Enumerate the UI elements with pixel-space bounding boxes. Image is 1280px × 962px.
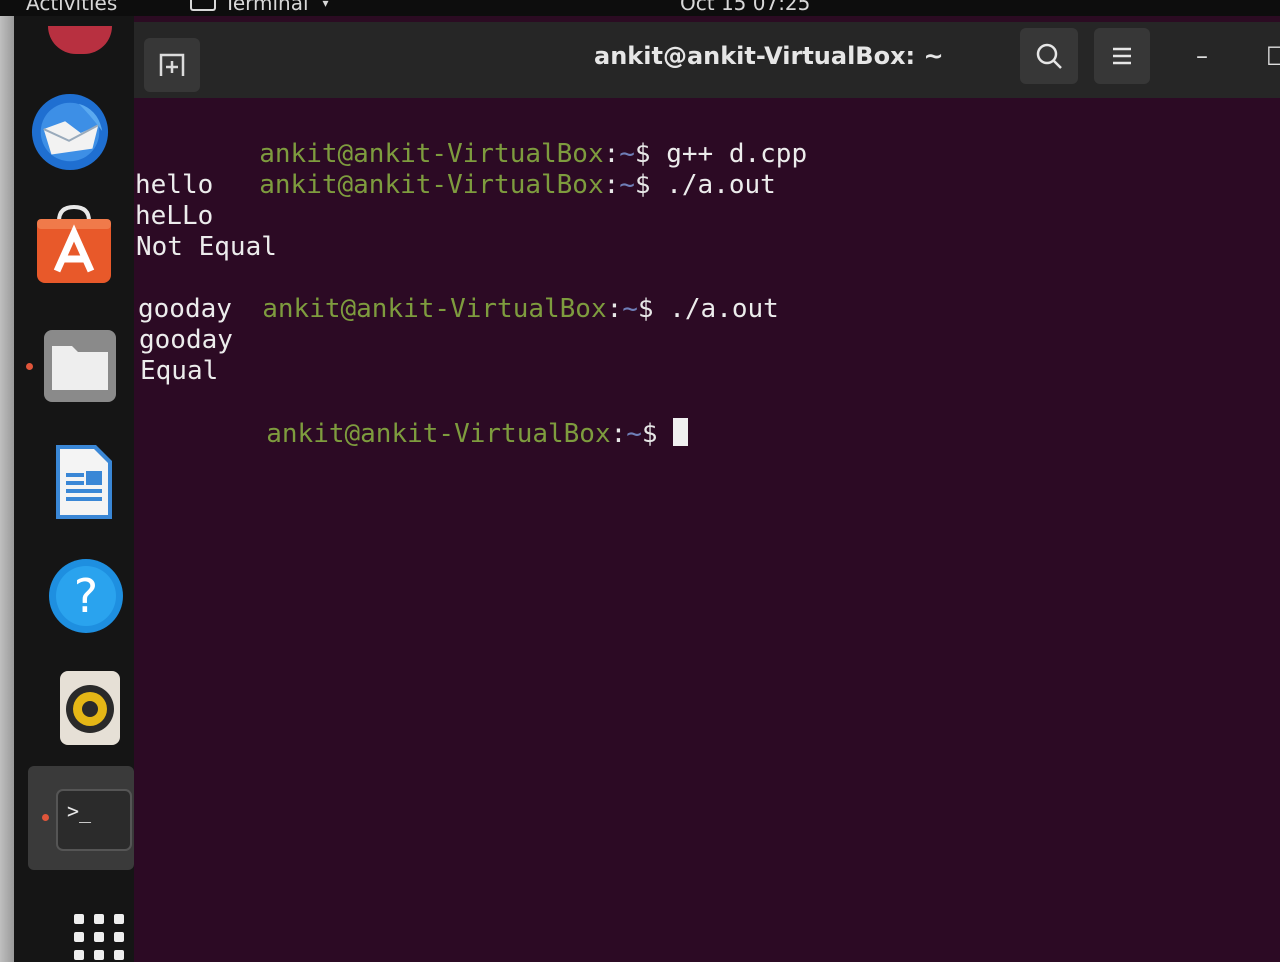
- terminal-line-output: Not Equal: [136, 232, 277, 262]
- help-glyph: ?: [74, 569, 98, 623]
- terminal-output[interactable]: ankit@ankit-VirtualBox:~$ g++ d.cpp anki…: [134, 108, 1280, 958]
- minimize-button[interactable]: –: [1196, 42, 1208, 70]
- app-menu[interactable]: Terminal ▾: [190, 0, 329, 15]
- terminal-line-command: ankit@ankit-VirtualBox:~$ ./a.out: [137, 263, 1280, 324]
- thunderbird-icon: [31, 93, 109, 171]
- prompt-user: ankit@ankit-VirtualBox: [266, 419, 611, 449]
- dock-item-files[interactable]: [40, 326, 120, 406]
- dock-item-help[interactable]: ?: [46, 556, 126, 636]
- maximize-icon: □: [1266, 40, 1280, 68]
- desktop: Activities Terminal ▾ Oct 15 07:25 ? >_ …: [0, 0, 1280, 962]
- dock-item-terminal[interactable]: >_: [54, 780, 134, 860]
- dock-item-show-applications[interactable]: [60, 894, 140, 962]
- running-indicator: [26, 363, 33, 370]
- running-indicator: [42, 814, 49, 821]
- menu-button[interactable]: [1094, 28, 1150, 84]
- new-tab-icon: [159, 53, 185, 76]
- terminal-line-command: ankit@ankit-VirtualBox:~$ g++ d.cpp: [134, 108, 1280, 169]
- ubuntu-software-icon: [37, 205, 111, 283]
- terminal-line-prompt: ankit@ankit-VirtualBox:~$: [141, 387, 1280, 449]
- maximize-button[interactable]: □: [1266, 40, 1280, 68]
- help-icon: ?: [49, 559, 123, 633]
- app-icon-partial[interactable]: [48, 26, 112, 54]
- dock-item-thunderbird[interactable]: [30, 92, 110, 172]
- speaker-icon: [60, 671, 120, 745]
- hamburger-icon: [1113, 47, 1131, 65]
- window-headerbar[interactable]: ankit@ankit-VirtualBox: ~ – □: [134, 22, 1280, 98]
- dock-item-libreoffice-writer[interactable]: [44, 442, 124, 522]
- search-icon: [1036, 43, 1062, 69]
- top-bar: Activities Terminal ▾ Oct 15 07:25: [0, 0, 1280, 16]
- terminal-window[interactable]: ankit@ankit-VirtualBox: ~ – □ ankit@anki…: [134, 22, 1280, 962]
- search-button[interactable]: [1020, 28, 1078, 84]
- terminal-line-output: gooday: [139, 325, 233, 355]
- window-title: ankit@ankit-VirtualBox: ~: [594, 42, 944, 70]
- terminal-glyph: >_: [67, 799, 92, 823]
- terminal-line-output: heLLo: [135, 201, 214, 231]
- chevron-down-icon: ▾: [322, 0, 329, 10]
- terminal-app-icon: [190, 0, 216, 11]
- text-cursor: [673, 418, 689, 446]
- activities-button[interactable]: Activities: [26, 0, 117, 15]
- prompt-path: ~: [626, 419, 642, 449]
- terminal-line-output: Equal: [140, 356, 219, 386]
- prompt-separator: :: [610, 419, 627, 449]
- prompt-symbol: $: [641, 419, 658, 449]
- dock-item-rhythmbox[interactable]: [50, 668, 130, 748]
- terminal-line-command: ankit@ankit-VirtualBox:~$ ./a.out: [134, 139, 1280, 200]
- app-menu-label: Terminal: [224, 0, 309, 15]
- clock[interactable]: Oct 15 07:25: [680, 0, 810, 15]
- dock: ? >_: [14, 16, 134, 962]
- minimize-icon: –: [1196, 42, 1208, 70]
- terminal-icon: >_: [56, 789, 132, 851]
- prompt-trailing-space: [658, 419, 674, 449]
- terminal-line-output: hello: [135, 170, 214, 200]
- grid-icon: [74, 914, 124, 960]
- dock-item-ubuntu-software[interactable]: [34, 205, 114, 286]
- photo-edge: [0, 0, 14, 962]
- writer-document-icon: [56, 445, 112, 519]
- folder-icon: [44, 330, 116, 402]
- new-tab-button[interactable]: [144, 38, 200, 92]
- terminal-line-output: gooday: [138, 294, 232, 324]
